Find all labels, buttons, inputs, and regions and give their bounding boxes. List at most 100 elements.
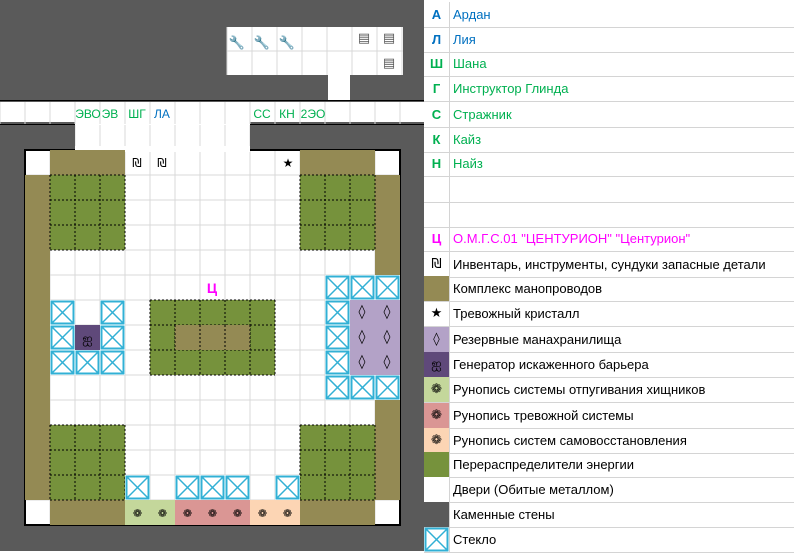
- rune-icon: ❁: [133, 507, 142, 520]
- legend-divider: [449, 301, 450, 326]
- legend-symbol: [424, 502, 449, 527]
- legend-symbol: [424, 276, 449, 301]
- manapipe-complex: [375, 175, 400, 275]
- reserve-icon: ◊: [384, 304, 391, 320]
- rune-icon: ❁: [283, 507, 292, 520]
- legend-divider: [449, 327, 450, 352]
- reserve-icon: ◊: [359, 354, 366, 370]
- rune-icon: ❁: [208, 507, 217, 520]
- legend-symbol: С: [431, 107, 442, 122]
- legend-symbol: ★: [430, 306, 443, 321]
- legend-row: К Кайз: [424, 127, 794, 153]
- rune-icon: ❁: [233, 507, 242, 520]
- dungeon-map: ஐ ◊ ◊ ◊ ◊ ◊ ◊ ❁ ❁ ❁ ❁ ❁ ❁ ❁ ₪ ₪ ★ 🔧 🔧 🔧 ▤ ▤ ▤ ЭВО ЭВ ШГ ЛА СС КН 2ЭО Ц: [0, 0, 424, 551]
- legend-row: ஐ Генератор искаженного барьера: [424, 352, 794, 378]
- legend-divider: [449, 428, 450, 453]
- alarm-crystal-icon: ★: [283, 156, 294, 170]
- legend-row: Стекло: [424, 527, 794, 553]
- legend-divider: [449, 51, 450, 76]
- energy-redistributor: [50, 425, 125, 500]
- manapipe-complex: [50, 500, 125, 525]
- legend-label: Инструктор Глинда: [453, 81, 569, 96]
- hall-opening: [75, 122, 250, 150]
- legend-label: Лия: [453, 32, 476, 47]
- legend-divider: [449, 477, 450, 502]
- character-label: ШГ: [128, 107, 146, 121]
- legend-symbol: К: [432, 132, 441, 147]
- legend-divider: [449, 127, 450, 152]
- character-label: КН: [279, 107, 295, 121]
- generator-icon: ஐ: [82, 332, 92, 347]
- legend-label: Инвентарь, инструменты, сундуки запасные…: [453, 257, 766, 272]
- legend-divider: [449, 527, 450, 552]
- legend-divider: [449, 377, 450, 402]
- legend-row: Г Инструктор Глинда: [424, 76, 794, 102]
- legend-row: Каменные стены: [424, 502, 794, 528]
- hall-opening: [75, 124, 250, 125]
- rune-icon: ❁: [158, 507, 167, 520]
- energy-redistributor: [300, 425, 375, 500]
- legend-divider: [449, 202, 450, 227]
- hallway-floor: [0, 102, 424, 122]
- legend-symbol: ❁: [424, 377, 449, 402]
- legend-divider: [449, 76, 450, 101]
- legend-label: Резервные манахранилища: [453, 332, 622, 347]
- storage-room-passage: [328, 75, 350, 102]
- legend-row: Двери (Обитые металлом): [424, 477, 794, 503]
- scroll-icon: ▤: [383, 56, 395, 71]
- energy-redistributor: [300, 175, 375, 250]
- legend-row: Л Лия: [424, 27, 794, 53]
- stone-wall: [250, 125, 424, 150]
- rune-icon: ❁: [258, 507, 267, 520]
- scroll-icon: ▤: [383, 31, 395, 46]
- legend-symbol: ❁: [424, 428, 449, 453]
- legend-divider: [449, 226, 450, 251]
- legend-label: Найз: [453, 156, 483, 171]
- reserve-icon: ◊: [384, 329, 391, 345]
- legend-divider: [449, 102, 450, 127]
- reserve-icon: ◊: [359, 329, 366, 345]
- legend-symbol: [424, 202, 449, 227]
- inventory-icon: ₪: [157, 156, 166, 170]
- legend-label: О.М.Г.С.01 "ЦЕНТУРИОН" "Центурион": [453, 231, 691, 246]
- reserve-icon: ◊: [384, 354, 391, 370]
- map-legend: А Ардан Л Лия Ш Шана Г Инструктор Глинда С Стражн…: [424, 0, 794, 553]
- legend-row: ₪ Инвентарь, инструменты, сундуки запасны…: [424, 252, 794, 278]
- legend-symbol: ❁: [424, 403, 449, 428]
- legend-divider: [449, 403, 450, 428]
- legend-row: [424, 202, 794, 228]
- wrench-icon: 🔧: [279, 34, 295, 51]
- manapipe-complex: [175, 325, 250, 350]
- legend-label: Тревожный кристалл: [453, 306, 580, 321]
- boss-marker: Ц: [207, 280, 218, 296]
- legend-symbol: ஐ: [424, 352, 449, 377]
- manapipe-complex: [300, 150, 375, 175]
- reserve-mana-storage: [350, 300, 400, 375]
- legend-label: Ардан: [453, 7, 491, 22]
- legend-row: ★ Тревожный кристалл: [424, 301, 794, 327]
- legend-label: Шана: [453, 56, 487, 71]
- legend-symbol: Л: [431, 32, 442, 47]
- legend-symbol: ₪: [431, 257, 442, 272]
- legend-symbol: [424, 177, 449, 202]
- manapipe-complex: [300, 500, 375, 525]
- legend-label: Двери (Обитые металлом): [453, 482, 614, 497]
- character-label: ЛА: [154, 107, 170, 121]
- wall-edge: [0, 100, 424, 101]
- manapipe-complex: [25, 175, 50, 500]
- legend-row: Комплекс манопроводов: [424, 276, 794, 302]
- character-label: 2ЭО: [301, 107, 326, 121]
- legend-row: А Ардан: [424, 2, 794, 28]
- legend-divider: [449, 252, 450, 277]
- scroll-icon: ▤: [358, 31, 370, 46]
- legend-row: Ц О.М.Г.С.01 "ЦЕНТУРИОН" "Центурион": [424, 226, 794, 252]
- legend-symbol: Ц: [431, 231, 442, 246]
- legend-symbol: [424, 477, 449, 502]
- legend-symbol: Н: [431, 156, 442, 171]
- legend-label: Кайз: [453, 132, 482, 147]
- legend-label: Каменные стены: [453, 507, 555, 522]
- rune-icon: ❁: [183, 507, 192, 520]
- legend-row: ❁ Рунопись тревожной системы: [424, 403, 794, 429]
- legend-symbol: Г: [432, 81, 441, 96]
- legend-label: Комплекс манопроводов: [453, 281, 603, 296]
